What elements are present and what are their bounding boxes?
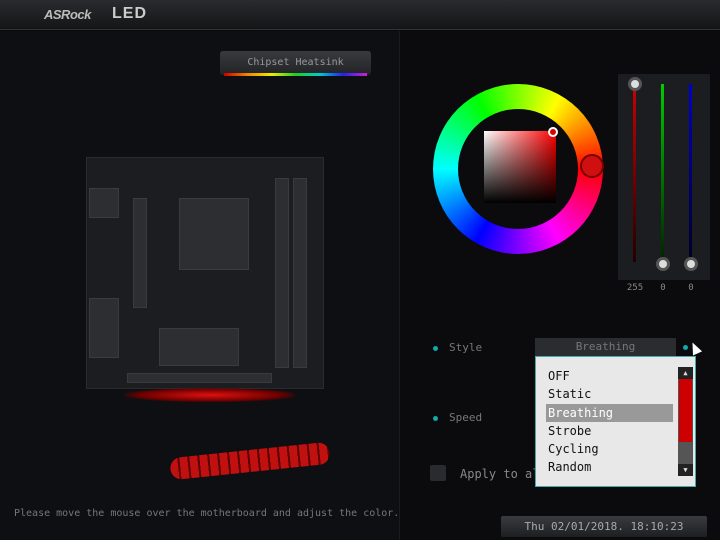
blue-value: 0: [688, 283, 694, 293]
option-random[interactable]: Random: [546, 458, 673, 476]
led-glow: [125, 388, 295, 402]
vrm-heatsink[interactable]: [133, 198, 147, 308]
mouse-cursor-icon: [687, 340, 703, 356]
apply-all-label[interactable]: Apply to all: [460, 467, 535, 481]
dimm-slot[interactable]: [293, 178, 307, 368]
dimm-slot[interactable]: [275, 178, 289, 368]
app-title: LED: [112, 5, 147, 22]
red-slider-knob[interactable]: [628, 77, 642, 91]
pcie-slot[interactable]: [127, 373, 272, 383]
style-select[interactable]: Breathing: [535, 338, 676, 356]
zone-rainbow-bar: [224, 73, 367, 76]
blue-slider[interactable]: [689, 84, 692, 262]
red-slider[interactable]: [633, 84, 636, 262]
option-static[interactable]: Static: [546, 385, 673, 403]
style-bullet-icon: [433, 346, 438, 351]
speed-bullet-icon: [433, 416, 438, 421]
style-label: Style: [449, 341, 483, 354]
io-port[interactable]: [89, 188, 119, 218]
io-port[interactable]: [89, 298, 119, 358]
clock-display: Thu 02/01/2018. 18:10:23: [501, 516, 707, 537]
color-square-handle[interactable]: [548, 127, 558, 137]
scrollbar-thumb[interactable]: [679, 379, 692, 442]
scroll-down-icon[interactable]: ▼: [678, 464, 693, 476]
style-dropdown-list: OFF Static Breathing Strobe Cycling Rand…: [535, 356, 696, 487]
option-breathing[interactable]: Breathing: [546, 404, 673, 422]
green-value: 0: [660, 283, 666, 293]
speed-label: Speed: [449, 411, 483, 424]
zone-button[interactable]: Chipset Heatsink: [220, 51, 371, 75]
motherboard-image[interactable]: [86, 157, 324, 389]
scroll-up-icon[interactable]: ▲: [678, 367, 693, 379]
rgb-sliders: [618, 74, 710, 280]
title-bar: ASRock LED: [0, 0, 720, 30]
dropdown-scrollbar[interactable]: ▲ ▼: [678, 367, 693, 476]
hue-handle[interactable]: [580, 154, 604, 178]
cpu-socket[interactable]: [179, 198, 249, 270]
option-off[interactable]: OFF: [546, 367, 673, 385]
green-slider[interactable]: [661, 84, 664, 262]
style-select-indicator-icon: [683, 345, 688, 350]
brand-logo: ASRock: [44, 7, 91, 22]
option-cycling[interactable]: Cycling: [546, 440, 673, 458]
option-strobe[interactable]: Strobe: [546, 422, 673, 440]
blue-slider-knob[interactable]: [684, 257, 698, 271]
green-slider-knob[interactable]: [656, 257, 670, 271]
chipset-heatsink[interactable]: [159, 328, 239, 366]
red-value: 255: [626, 283, 644, 293]
apply-all-checkbox[interactable]: [430, 465, 446, 481]
hint-text: Please move the mouse over the motherboa…: [14, 508, 400, 519]
color-square[interactable]: [484, 131, 556, 203]
